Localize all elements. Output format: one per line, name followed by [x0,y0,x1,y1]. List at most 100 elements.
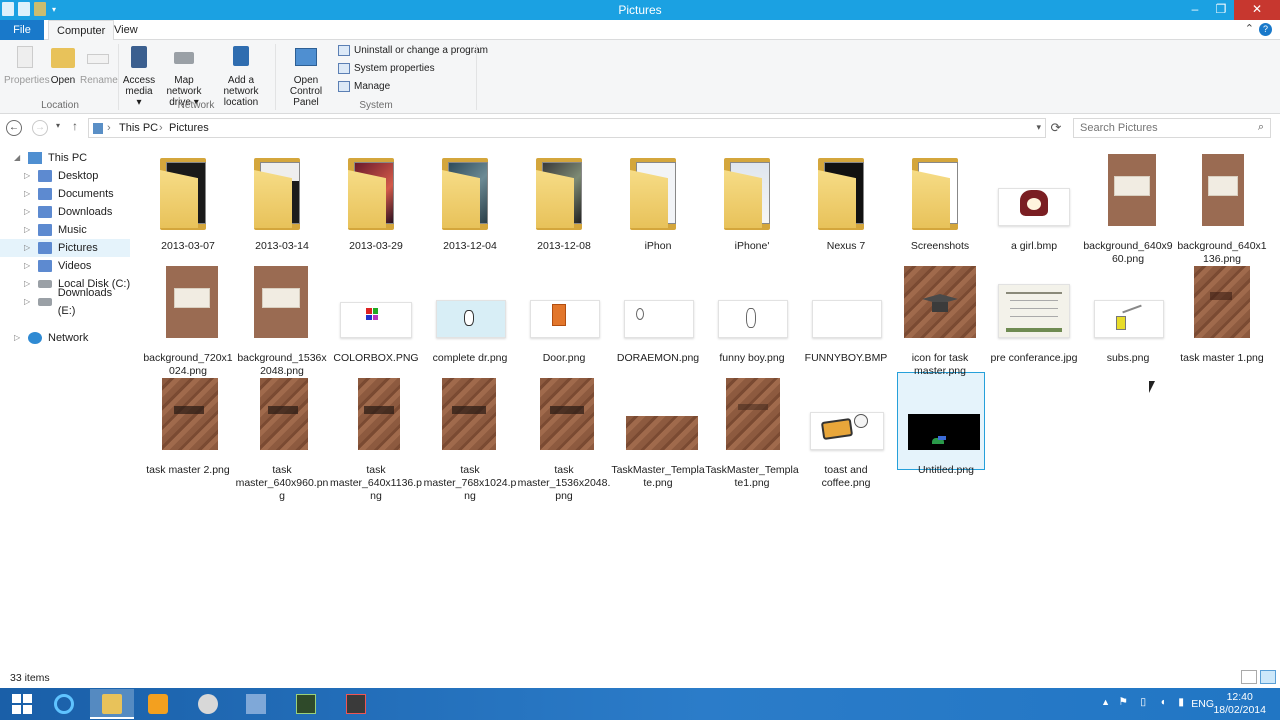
add-network-location-button[interactable]: Add a network location [212,44,270,108]
list-item[interactable]: Untitled.png [897,372,993,477]
expand-icon[interactable]: ▷ [24,293,32,311]
taskbar: ▲ ⚑ ▯ ◖ ▮ ENG 12:40 18/02/2014 [0,688,1280,720]
forward-button[interactable]: → [32,120,48,136]
search-input[interactable] [1074,119,1244,137]
system-properties-button[interactable]: System properties [338,63,435,74]
list-item[interactable]: 2013-03-14 [235,152,329,253]
expand-icon[interactable]: ▷ [24,203,32,221]
open-control-panel-button[interactable]: Open Control Panel [278,44,334,108]
nav-videos[interactable]: ▷ Videos [24,257,91,275]
expand-icon[interactable]: ▷ [14,329,22,347]
expand-icon[interactable]: ▷ [24,239,32,257]
help-icon[interactable]: ? [1259,23,1272,36]
list-item[interactable]: background_640x960.png [1081,152,1175,266]
show-hidden-icons-icon[interactable]: ▲ [1101,697,1110,707]
manage-button[interactable]: Manage [338,81,390,92]
expand-icon[interactable]: ▷ [24,221,32,239]
network-status-icon[interactable]: ▮ [1178,696,1184,708]
list-item[interactable]: Door.png [517,264,611,365]
expand-icon[interactable]: ◢ [14,149,22,167]
action-center-icon[interactable]: ⚑ [1119,696,1128,708]
tab-view[interactable]: View [106,20,146,40]
clock[interactable]: 12:40 18/02/2014 [1213,691,1266,717]
access-media-button[interactable]: Access media ▾ [122,44,156,108]
properties-button[interactable]: Properties [4,44,50,86]
taskbar-file-explorer[interactable] [90,689,134,719]
list-item[interactable]: background_720x1024.png [141,264,235,378]
nav-network[interactable]: ▷ Network [14,329,88,347]
list-item[interactable]: task master_768x1024.png [423,376,517,503]
list-item[interactable]: subs.png [1081,264,1175,365]
tab-file[interactable]: File [0,20,44,40]
list-item[interactable]: background_1536x2048.png [235,264,329,378]
list-item[interactable]: icon for task master.png [893,264,987,378]
list-item[interactable]: pre conferance.jpg [987,264,1081,365]
map-network-drive-button[interactable]: Map network drive ▾ [156,44,212,108]
taskbar-internet-explorer[interactable] [42,689,86,719]
list-item[interactable]: background_640x1136.png [1175,152,1269,266]
large-icons-view-button[interactable] [1260,670,1276,684]
search-box[interactable]: ⌕ [1073,118,1271,138]
list-item[interactable]: 2013-12-04 [423,152,517,253]
list-item[interactable]: task master_640x1136.png [329,376,423,503]
list-item[interactable]: TaskMaster_Template.png [611,376,705,490]
rename-button[interactable]: Rename [80,44,118,86]
nav-documents[interactable]: ▷ Documents [24,185,114,203]
list-item[interactable]: iPhon [611,152,705,253]
ribbon-collapse-icon[interactable]: ⌃ [1245,22,1254,35]
list-item[interactable]: DORAEMON.png [611,264,705,365]
details-view-button[interactable] [1241,670,1257,684]
expand-icon[interactable]: ▷ [24,185,32,203]
list-item[interactable]: Nexus 7 [799,152,893,253]
taskbar-paint[interactable] [186,689,230,719]
list-item[interactable]: toast and coffee.png [799,376,893,490]
nav-desktop[interactable]: ▷ Desktop [24,167,98,185]
taskbar-app-7[interactable] [334,689,378,719]
nav-this-pc[interactable]: ◢ This PC [14,149,87,167]
list-item[interactable]: iPhone' [705,152,799,253]
expand-icon[interactable]: ▷ [24,275,32,293]
breadcrumb-this-pc[interactable]: This PC [119,122,158,134]
start-button[interactable] [0,689,44,719]
taskbar-app-5[interactable] [234,689,278,719]
open-button[interactable]: Open [48,44,78,86]
nav-pictures[interactable]: ▷ Pictures [0,239,130,257]
nav-downloads-e[interactable]: ▷ Downloads (E:) [24,287,132,317]
list-item[interactable]: FUNNYBOY.BMP [799,264,893,365]
list-item[interactable]: task master_1536x2048.png [517,376,611,503]
list-item[interactable]: task master_640x960.png [235,376,329,503]
recent-locations-icon[interactable]: ▾ [56,121,60,130]
taskbar-app-6[interactable] [284,689,328,719]
maximize-button[interactable]: ❐ [1208,0,1234,20]
list-item[interactable]: TaskMaster_Template1.png [705,376,799,490]
tab-computer[interactable]: Computer [48,20,115,41]
volume-icon[interactable]: ◖ [1160,696,1166,708]
taskbar-media-app[interactable] [136,689,180,719]
expand-icon[interactable]: ▷ [24,167,32,185]
list-item[interactable]: 2013-12-08 [517,152,611,253]
nav-music[interactable]: ▷ Music [24,221,87,239]
up-button[interactable]: ↑ [72,119,78,133]
search-icon[interactable]: ⌕ [1258,121,1264,134]
list-item[interactable]: task master 1.png [1175,264,1269,365]
minimize-button[interactable]: ‒ [1182,0,1208,20]
address-bar[interactable]: › This PC › Pictures ▾ [88,118,1046,138]
list-item[interactable]: COLORBOX.PNG [329,264,423,365]
list-item[interactable]: a girl.bmp [987,152,1081,253]
language-indicator[interactable]: ENG [1191,698,1214,710]
refresh-button[interactable]: ⟳ [1048,120,1064,136]
list-item[interactable]: funny boy.png [705,264,799,365]
uninstall-program-button[interactable]: Uninstall or change a program [338,45,488,56]
address-dropdown-icon[interactable]: ▾ [1036,122,1041,133]
list-item[interactable]: task master 2.png [141,376,235,477]
list-item[interactable]: Screenshots [893,152,987,253]
list-item[interactable]: 2013-03-07 [141,152,235,253]
nav-downloads[interactable]: ▷ Downloads [24,203,112,221]
battery-icon[interactable]: ▯ [1140,696,1146,708]
back-button[interactable]: ← [6,120,22,136]
breadcrumb-pictures[interactable]: Pictures [169,122,209,134]
list-item[interactable]: complete dr.png [423,264,517,365]
expand-icon[interactable]: ▷ [24,257,32,275]
close-button[interactable]: ✕ [1234,0,1280,20]
list-item[interactable]: 2013-03-29 [329,152,423,253]
